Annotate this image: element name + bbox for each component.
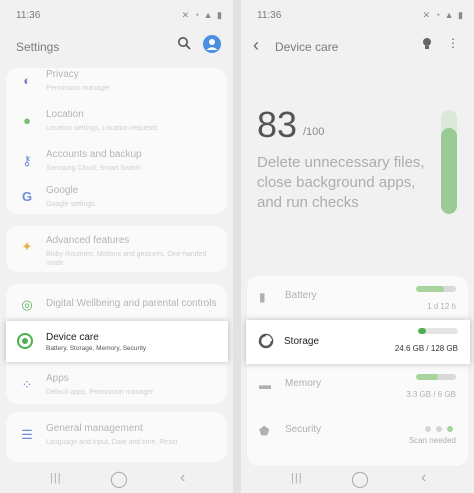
item-subtitle: Battery, Storage, Memory, Security [46,345,147,352]
device-care-screen: 11:36 ✕ ◔ ▲ ▮ ‹ Device care ⋮ 83 /100 De… [241,0,474,493]
page-title: Device care [275,40,339,54]
apps-grid-icon: ⁘ [21,377,33,392]
home-button[interactable]: ◯ [110,469,128,489]
score-bar-fill [441,127,457,214]
item-subtitle: Samsung Cloud, Smart Switch [46,165,141,172]
memory-row[interactable]: ▬ Memory 3.3 GB / 6 GB [247,364,468,408]
item-title: General management [46,423,143,434]
home-button[interactable]: ◯ [351,469,369,489]
recent-apps-button[interactable]: ||| [291,472,303,484]
item-subtitle: Default apps, Permission manager [46,389,154,396]
settings-screen: 11:36 ✕ ◔ ▲ ▮ Settings ◐ Privacy Permiss… [0,0,233,493]
memory-bar-fill [416,374,438,380]
score-bar [441,110,457,214]
storage-icon [258,333,274,354]
more-options-icon[interactable]: ⋮ [447,36,459,50]
status-time: 11:36 [257,10,282,21]
item-subtitle: Google settings [46,201,95,208]
back-button[interactable]: ‹ [180,469,185,487]
privacy-icon: ◐ [23,73,31,88]
item-title: Location [46,109,84,120]
score-max: /100 [303,126,325,138]
key-icon: ⚷ [22,153,32,168]
location-pin-icon: ● [23,113,31,128]
storage-bar [418,328,458,334]
list-item-location[interactable]: ● Location Location settings, Location r… [6,104,227,144]
storage-bar-fill [418,328,426,334]
row-value: 1 d 12 h [427,302,456,311]
item-subtitle: Location settings, Location requests [46,125,158,132]
item-title: Advanced features [46,235,130,246]
row-label: Memory [285,378,322,389]
wellbeing-icon: ◎ [21,297,33,312]
battery-row[interactable]: ▮ Battery 1 d 12 h [247,276,468,320]
list-item-general-management[interactable]: ☰ General management Language and input,… [6,418,227,458]
status-icons: ✕ ◔ ▲ ▮ [422,10,464,20]
status-time: 11:36 [16,10,41,21]
status-icons: ✕ ◔ ▲ ▮ [181,10,223,20]
item-subtitle: Permission manager [46,85,111,92]
item-title: Privacy [46,69,79,80]
item-title: Digital Wellbeing and parental controls [46,298,217,309]
row-label: Security [285,424,322,435]
battery-icon: ▮ [259,290,266,304]
row-label: Storage [284,336,320,347]
avatar[interactable] [203,35,221,56]
settings-group-1: ◐ Privacy Permission manager ● Location … [6,68,227,214]
item-subtitle: Bixby Routines, Motions and gestures, On… [46,251,207,267]
score-description: Delete unnecessary files, close backgrou… [257,154,425,211]
list-item-privacy[interactable]: ◐ Privacy Permission manager [6,64,227,104]
settings-group-4: ☰ General management Language and input,… [6,412,227,462]
advanced-features-icon: ✦ [21,239,33,254]
list-item-google[interactable]: G Google Google settings [6,180,227,220]
recent-apps-button[interactable]: ||| [50,472,62,484]
device-care-items: ▮ Battery 1 d 12 h ▬ Memory 3.3 GB / 6 G… [247,276,468,466]
page-title: Settings [16,40,60,54]
memory-icon: ▬ [259,378,271,392]
item-title: Apps [46,373,69,384]
shield-icon: ⬟ [259,424,270,438]
score-value: 83 [257,104,298,145]
item-title: Device care [46,332,99,343]
item-title: Accounts and backup [46,149,142,160]
row-value: Scan needed [408,436,456,445]
security-row[interactable]: ⬟ Security Scan needed [247,410,468,454]
list-item-device-care[interactable]: Device care Battery, Storage, Memory, Se… [6,321,228,362]
back-button[interactable]: ‹ [421,469,426,487]
row-label: Battery [285,290,317,301]
list-item-accounts[interactable]: ⚷ Accounts and backup Samsung Cloud, Sma… [6,144,227,184]
row-value: 3.3 GB / 6 GB [406,390,456,399]
memory-bar [416,374,456,380]
storage-row[interactable]: Storage 24.6 GB / 128 GB [246,320,470,364]
nav-bar: ||| ◯ ‹ [241,463,474,493]
google-icon: G [21,189,33,204]
settings-group-2: ✦ Advanced features Bixby Routines, Moti… [6,226,227,272]
status-bar: 11:36 ✕ ◔ ▲ ▮ [257,10,464,24]
battery-bar-fill [416,286,444,292]
item-subtitle: Language and input, Date and time, Reset [46,439,178,446]
nav-bar: ||| ◯ ‹ [0,463,233,493]
list-item-apps[interactable]: ⁘ Apps Default apps, Permission manager [6,368,227,408]
list-item-advanced-features[interactable]: ✦ Advanced features Bixby Routines, Moti… [6,230,227,270]
row-value: 24.6 GB / 128 GB [394,344,458,353]
device-care-icon [16,332,34,355]
search-icon[interactable] [177,36,191,53]
sliders-icon: ☰ [21,427,33,442]
lightbulb-icon[interactable] [421,37,433,54]
status-bar: 11:36 ✕ ◔ ▲ ▮ [16,10,223,24]
item-title: Google [46,185,79,196]
battery-bar [416,286,456,292]
back-arrow-icon[interactable]: ‹ [253,35,259,56]
